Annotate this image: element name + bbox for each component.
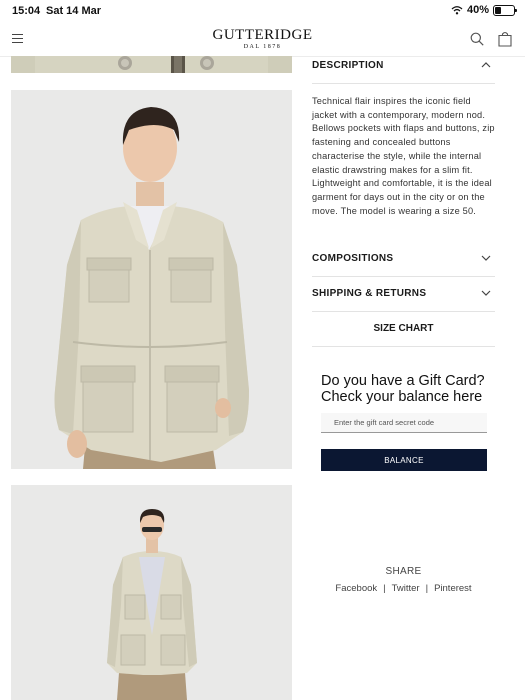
gift-card-title-line2: Check your balance here xyxy=(321,389,483,405)
accordion-compositions[interactable]: COMPOSITIONS xyxy=(312,242,495,277)
product-image-main[interactable] xyxy=(11,90,292,469)
product-image-partial xyxy=(11,56,292,73)
share-title: SHARE xyxy=(385,566,422,577)
model-jacket-illustration xyxy=(11,90,292,469)
search-icon[interactable] xyxy=(470,32,484,46)
brand-logo[interactable]: GUTTERIDGE DAL 1878 xyxy=(0,27,525,51)
share-facebook-link[interactable]: Facebook xyxy=(335,583,377,594)
accordion-description[interactable]: DESCRIPTION xyxy=(312,49,495,84)
status-right: 40% xyxy=(451,4,517,16)
status-bar: 15:04 Sat 14 Mar 40% xyxy=(0,0,525,22)
bag-icon[interactable] xyxy=(498,31,512,47)
accordion-description-label: DESCRIPTION xyxy=(312,60,384,71)
share-links: Facebook | Twitter | Pinterest xyxy=(312,583,495,594)
chevron-up-icon xyxy=(481,62,491,68)
product-description: Technical flair inspires the iconic fiel… xyxy=(312,96,495,216)
size-chart-link[interactable]: SIZE CHART xyxy=(312,312,495,347)
gift-card-title-line1: Do you have a Gift Card? xyxy=(321,373,485,389)
gift-card-title: Do you have a Gift Card? Check your bala… xyxy=(321,373,511,405)
accordion-shipping-label: SHIPPING & RETURNS xyxy=(312,288,427,299)
share-separator: | xyxy=(425,583,429,594)
battery-icon xyxy=(493,4,517,16)
status-date: Sat 14 Mar xyxy=(46,5,102,17)
accordion-shipping-returns[interactable]: SHIPPING & RETURNS xyxy=(312,277,495,312)
product-image-second[interactable] xyxy=(11,485,292,700)
battery-percent: 40% xyxy=(466,4,489,16)
status-time: 15:04 xyxy=(12,5,41,17)
jacket-detail-illustration xyxy=(11,56,292,73)
gift-card-code-input[interactable] xyxy=(321,413,487,433)
chevron-down-icon xyxy=(481,255,491,261)
battery-fill xyxy=(495,6,502,14)
model-full-illustration xyxy=(11,485,292,700)
brand-name: GUTTERIDGE xyxy=(212,27,313,43)
chevron-down-icon xyxy=(481,290,491,296)
wifi-icon xyxy=(451,6,463,15)
balance-button[interactable]: BALANCE xyxy=(321,449,487,471)
share-twitter-link[interactable]: Twitter xyxy=(392,583,420,594)
share-pinterest-link[interactable]: Pinterest xyxy=(434,583,472,594)
accordion-compositions-label: COMPOSITIONS xyxy=(312,253,394,264)
share-separator: | xyxy=(383,583,386,594)
